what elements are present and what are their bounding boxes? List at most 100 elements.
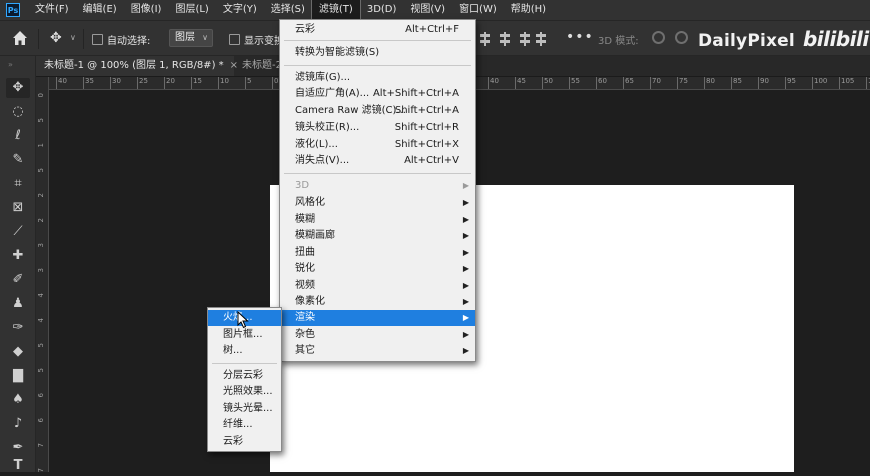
filter-menu-item[interactable]: 滤镜库(G)... [280, 70, 475, 86]
filter-menu-item[interactable]: 锐化 ▶ [280, 261, 475, 277]
menu-type[interactable]: 文字(Y) [216, 0, 264, 20]
move-tool-icon[interactable]: ✥ [6, 78, 30, 98]
menu-help[interactable]: 帮助(H) [504, 0, 553, 20]
layer-select-value: 图层 [175, 32, 195, 43]
filter-dropdown-menu: 云彩 Alt+Ctrl+F 转换为智能滤镜(S) 滤镜库(G)... 自适应广角(A).… [279, 19, 476, 362]
menu-view[interactable]: 视图(V) [403, 0, 452, 20]
filter-menu-item[interactable]: 视频 ▶ [280, 278, 475, 294]
ruler-tick [218, 77, 219, 89]
clone-stamp-tool-icon[interactable]: ♟ [6, 294, 30, 314]
eraser-tool-icon[interactable]: ◆ [6, 342, 30, 362]
brush-tool-icon[interactable]: ✐ [6, 270, 30, 290]
render-menu-item[interactable]: 树... [208, 343, 281, 359]
ruler-top-label: 40 [490, 77, 499, 85]
type-tool-icon[interactable]: T [6, 456, 30, 476]
submenu-arrow-icon: ▶ [462, 198, 469, 207]
ruler-tick [785, 77, 786, 89]
filter-menu-item[interactable]: 消失点(V)... Alt+Ctrl+V [280, 153, 475, 169]
ruler-left-label: 4 [37, 318, 45, 323]
tab-document-1[interactable]: 未标题-1 @ 100% (图层 1, RGB/8#) * × [36, 56, 238, 76]
filter-menu-item[interactable]: 杂色 ▶ [280, 327, 475, 343]
3d-roll-icon[interactable] [675, 31, 688, 44]
filter-menu-item[interactable]: Camera Raw 滤镜(C)... Shift+Ctrl+A [280, 103, 475, 119]
3d-orbit-icon[interactable] [652, 31, 665, 44]
vertical-ruler[interactable]: 0 5 1 5 2 2 3 3 4 4 5 5 6 6 7 7 [36, 77, 49, 472]
filter-menu-item[interactable]: 转换为智能滤镜(S) [280, 45, 475, 61]
align-icon[interactable] [520, 32, 530, 46]
ruler-tick [569, 77, 570, 89]
menu-item-label: 镜头校正(R)... [295, 122, 360, 133]
ruler-tick [488, 77, 489, 89]
chevron-down-icon[interactable]: ∨ [70, 33, 76, 42]
ruler-left-label: 7 [37, 443, 45, 448]
filter-menu-item[interactable]: 3D ▶ [280, 178, 475, 194]
menu-file[interactable]: 文件(F) [28, 0, 76, 20]
render-menu-item[interactable]: 分层云彩 [208, 368, 281, 384]
ruler-top-label: 20 [166, 77, 175, 85]
ruler-top-label: 80 [706, 77, 715, 85]
align-icon[interactable] [500, 32, 510, 46]
filter-menu-item[interactable]: 其它 ▶ [280, 343, 475, 359]
pen-tool-icon[interactable]: ✒ [6, 438, 30, 458]
menu-item-label: 模糊 [295, 214, 315, 225]
menu-item-label: 锐化 [295, 263, 315, 274]
filter-menu-item[interactable]: 渲染 ▶ [280, 310, 475, 326]
menu-select[interactable]: 选择(S) [264, 0, 312, 20]
ruler-top-label: 75 [679, 77, 688, 85]
panel-grip-icon[interactable]: » [8, 60, 13, 69]
filter-menu-item[interactable]: 风格化 ▶ [280, 195, 475, 211]
menu-edit[interactable]: 编辑(E) [76, 0, 124, 20]
menu-layer[interactable]: 图层(L) [168, 0, 215, 20]
eyedropper-tool-icon[interactable]: ⟋ [6, 222, 30, 242]
filter-menu-item[interactable]: 扭曲 ▶ [280, 245, 475, 261]
ruler-left-label: 5 [37, 168, 45, 173]
menu-item-label: Camera Raw 滤镜(C)... [295, 105, 406, 116]
filter-menu-item[interactable]: 像素化 ▶ [280, 294, 475, 310]
blur-tool-icon[interactable]: ♠ [6, 390, 30, 410]
home-icon[interactable] [12, 30, 28, 46]
menu-image[interactable]: 图像(I) [124, 0, 169, 20]
marquee-tool-icon[interactable]: ◌ [6, 102, 30, 122]
dodge-tool-icon[interactable]: ♪ [6, 414, 30, 434]
crop-tool-icon[interactable]: ⌗ [6, 174, 30, 194]
filter-menu-item[interactable]: 自适应广角(A)... Alt+Shift+Ctrl+A [280, 86, 475, 102]
menu-item-shortcut: Shift+Ctrl+R [394, 122, 459, 133]
menu-3d[interactable]: 3D(D) [360, 0, 404, 20]
align-icon[interactable] [480, 32, 490, 46]
render-menu-item[interactable]: 纤维... [208, 417, 281, 433]
menu-filter[interactable]: 滤镜(T) [310, 0, 361, 21]
move-tool-icon[interactable]: ✥ [50, 31, 62, 45]
submenu-arrow-icon: ▶ [462, 181, 469, 190]
photoshop-logo: Ps [6, 3, 20, 17]
auto-select-checkbox[interactable] [92, 34, 103, 45]
distribute-icon[interactable] [536, 32, 546, 46]
lasso-tool-icon[interactable]: ℓ [6, 126, 30, 146]
render-menu-item[interactable]: 图片框... [208, 327, 281, 343]
gradient-tool-icon[interactable]: ▇ [6, 366, 30, 386]
filter-menu-item[interactable]: 液化(L)... Shift+Ctrl+X [280, 137, 475, 153]
render-menu-item[interactable]: 光照效果... [208, 384, 281, 400]
healing-brush-tool-icon[interactable]: ✚ [6, 246, 30, 266]
render-menu-item[interactable]: 镜头光晕... [208, 401, 281, 417]
menu-item-label: 3D [295, 180, 310, 191]
ruler-tick [542, 77, 543, 89]
menu-window[interactable]: 窗口(W) [452, 0, 504, 20]
ruler-tick [758, 77, 759, 89]
auto-select-target-dropdown[interactable]: 图层 ∨ [169, 29, 213, 47]
menu-item-label: 视频 [295, 280, 315, 291]
filter-menu-item[interactable]: 模糊 ▶ [280, 212, 475, 228]
filter-menu-item[interactable]: 镜头校正(R)... Shift+Ctrl+R [280, 120, 475, 136]
ruler-top-label: 100 [814, 77, 828, 85]
filter-menu-item[interactable]: 模糊画廊 ▶ [280, 228, 475, 244]
chevron-down-icon: ∨ [202, 33, 208, 42]
show-transform-checkbox[interactable] [229, 34, 240, 45]
frame-tool-icon[interactable]: ⊠ [6, 198, 30, 218]
render-menu-item[interactable]: 云彩 [208, 434, 281, 450]
filter-menu-item[interactable]: 云彩 Alt+Ctrl+F [280, 22, 475, 38]
quick-select-tool-icon[interactable]: ✎ [6, 150, 30, 170]
more-options-icon[interactable]: ••• [566, 29, 594, 45]
ruler-left-label: 6 [37, 393, 45, 398]
menu-item-label: 光照效果... [223, 386, 273, 397]
menu-bar: Ps 文件(F) 编辑(E) 图像(I) 图层(L) 文字(Y) 选择(S) 滤… [0, 0, 870, 21]
history-brush-tool-icon[interactable]: ✑ [6, 318, 30, 338]
